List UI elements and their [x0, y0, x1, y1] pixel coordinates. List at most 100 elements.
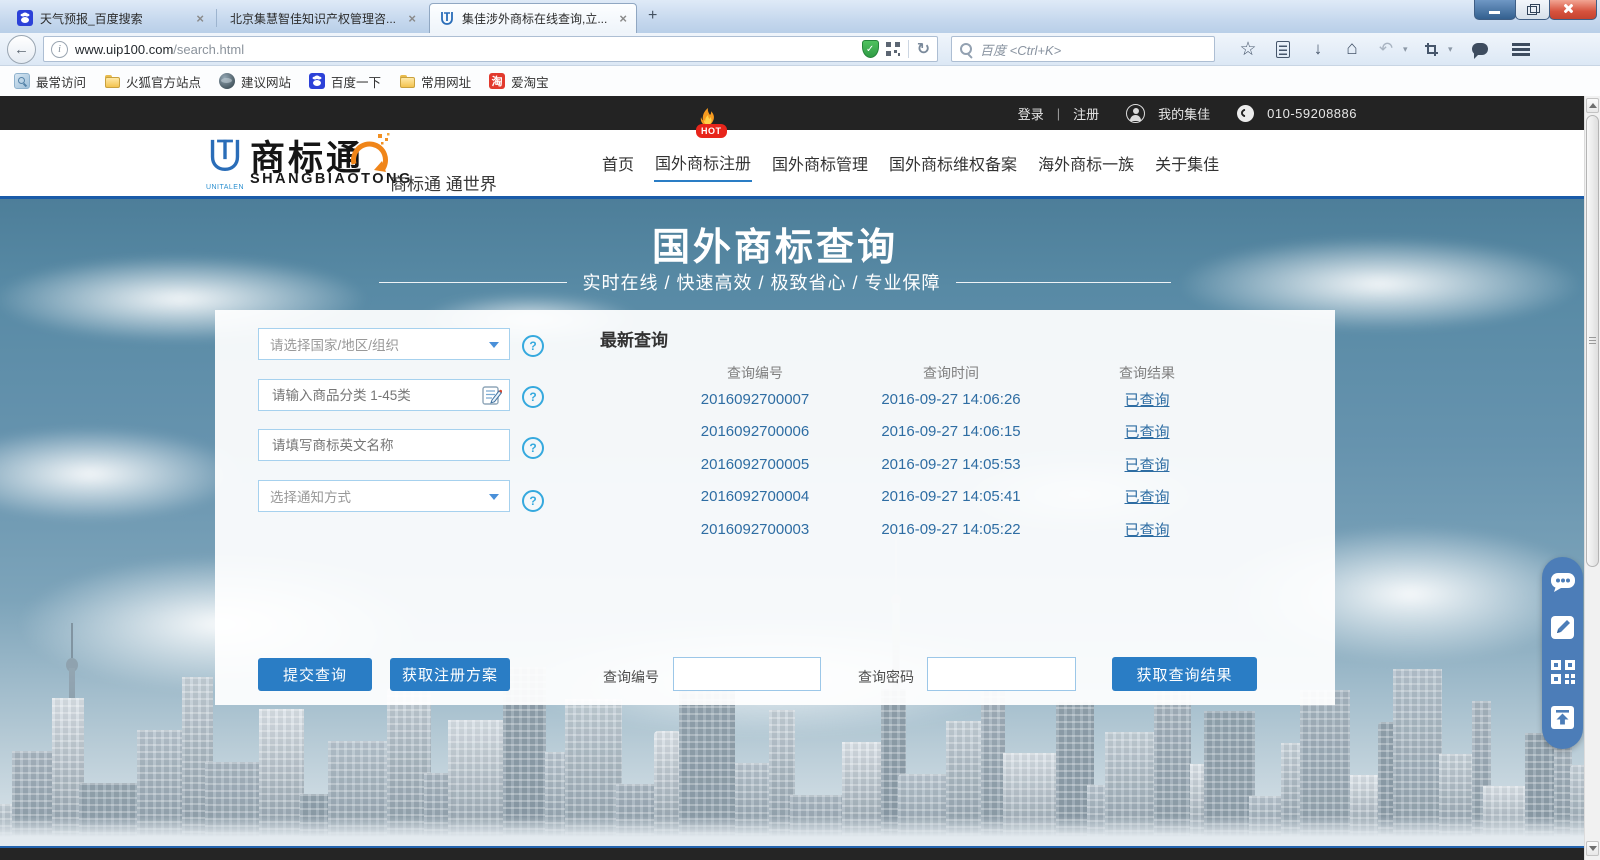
nav-about-unitalen[interactable]: 关于集佳 [1154, 145, 1220, 181]
bookmarks-list-icon[interactable] [1276, 41, 1290, 58]
tool-dropdown-icon[interactable]: ▾ [1448, 44, 1460, 55]
query-time: 2016-09-27 14:05:53 [853, 456, 1049, 473]
query-time: 2016-09-27 14:06:26 [853, 391, 1049, 408]
tab-jihui[interactable]: 北京集慧智佳知识产权管理咨... × [221, 3, 425, 33]
tab-separator [216, 9, 217, 27]
site-info-icon[interactable]: i [51, 41, 68, 58]
query-result-link[interactable]: 已查询 [1049, 519, 1245, 540]
bookmark-baidu[interactable]: 百度一下 [304, 72, 386, 91]
query-password-input[interactable] [927, 657, 1076, 691]
tab-close-icon[interactable]: × [408, 11, 416, 26]
tab-close-icon[interactable]: × [619, 11, 627, 26]
scrollbar-thumb[interactable] [1586, 115, 1599, 567]
scroll-up-button[interactable] [1586, 98, 1599, 113]
bookmark-label: 最常访问 [36, 72, 86, 91]
subtitle-line-left [379, 282, 567, 283]
latest-queries-body: 2016092700007 2016-09-27 14:06:26 已查询 20… [600, 383, 1280, 546]
downloads-icon[interactable]: ↓ [1301, 39, 1335, 59]
latest-queries-title: 最新查询 [600, 326, 1280, 351]
nav-foreign-trademark-registration[interactable]: 国外商标注册 HOT [654, 144, 752, 182]
qr-code-icon[interactable] [886, 42, 900, 56]
feedback-bubble-icon[interactable] [1472, 43, 1488, 55]
bookmark-firefox[interactable]: 火狐官方站点 [99, 72, 206, 91]
site-footer [0, 846, 1584, 860]
phone-icon [1237, 105, 1254, 122]
get-registration-plan-button[interactable]: 获取注册方案 [390, 658, 510, 691]
site-topbar: 登录 | 注册 我的集佳 010-59208886 [0, 96, 1584, 130]
help-icon[interactable]: ? [522, 437, 544, 459]
nav-label: 国外商标注册 [655, 156, 751, 173]
nav-overseas-trademark-family[interactable]: 海外商标一族 [1037, 145, 1135, 181]
class-input[interactable] [270, 387, 475, 404]
tab-title: 天气预报_百度搜索 [40, 10, 189, 27]
my-account-link[interactable]: 我的集佳 [1158, 104, 1210, 123]
query-time: 2016-09-27 14:05:41 [853, 488, 1049, 505]
trademark-name-input[interactable] [270, 437, 498, 454]
floating-toolbar [1542, 557, 1583, 749]
help-icon[interactable]: ? [522, 335, 544, 357]
bookmark-taobao[interactable]: 淘 爱淘宝 [484, 72, 554, 91]
unitalen-logo-icon[interactable]: UNITALEN [205, 137, 245, 191]
sync-dropdown-icon[interactable]: ▾ [1403, 44, 1415, 55]
chevron-down-icon [489, 494, 499, 505]
bookmark-suggested[interactable]: 建议网站 [214, 72, 296, 91]
hamburger-menu-icon[interactable] [1512, 43, 1530, 56]
tab-close-icon[interactable]: × [196, 11, 204, 26]
edit-icon[interactable] [1550, 615, 1575, 645]
country-select[interactable]: 请选择国家/地区/组织 [258, 328, 510, 360]
reload-icon[interactable]: ↻ [917, 39, 930, 59]
query-result-link[interactable]: 已查询 [1049, 421, 1245, 442]
minimize-button[interactable] [1474, 0, 1516, 20]
close-button[interactable] [1549, 0, 1597, 20]
search-bar[interactable]: 百度 <Ctrl+K> [951, 36, 1215, 62]
bookmark-frequent[interactable]: 最常访问 [9, 72, 91, 91]
name-input-wrap[interactable] [258, 429, 510, 461]
login-link[interactable]: 登录 [1018, 104, 1044, 123]
new-tab-button[interactable]: + [648, 7, 657, 25]
sync-icon[interactable]: ↶ [1369, 39, 1403, 59]
nav-foreign-trademark-rights[interactable]: 国外商标维权备案 [888, 145, 1018, 181]
col-query-time: 查询时间 [853, 363, 1049, 383]
back-button[interactable]: ← [7, 35, 36, 64]
query-result-link[interactable]: 已查询 [1049, 389, 1245, 410]
address-bar[interactable]: i www.uip100.com /search.html ✓ ↻ [43, 36, 938, 62]
page-subtitle: 实时在线 / 快速高效 / 极致省心 / 专业保障 [582, 269, 940, 295]
help-icon[interactable]: ? [522, 386, 544, 408]
vertical-scrollbar[interactable] [1584, 96, 1600, 860]
help-icon[interactable]: ? [522, 490, 544, 512]
home-icon[interactable]: ⌂ [1335, 38, 1369, 60]
scroll-down-button[interactable] [1586, 841, 1599, 856]
notepad-icon[interactable] [481, 385, 502, 409]
chat-icon[interactable] [1550, 571, 1576, 600]
screenshot-tool-icon[interactable] [1425, 43, 1438, 56]
nav-home[interactable]: 首页 [601, 145, 635, 181]
class-input-wrap[interactable] [258, 379, 510, 411]
page-title: 国外商标查询 [0, 216, 1550, 271]
nav-foreign-trademark-management[interactable]: 国外商标管理 [771, 145, 869, 181]
register-link[interactable]: 注册 [1073, 104, 1099, 123]
bookmark-common[interactable]: 常用网址 [394, 72, 476, 91]
query-result-link[interactable]: 已查询 [1049, 454, 1245, 475]
search-icon [960, 43, 972, 55]
query-id: 2016092700006 [657, 423, 853, 440]
taobao-icon: 淘 [489, 73, 505, 89]
query-id-input[interactable] [673, 657, 821, 691]
submit-query-button[interactable]: 提交查询 [258, 658, 372, 691]
security-shield-icon[interactable]: ✓ [862, 40, 879, 58]
url-path: /search.html [173, 42, 244, 57]
table-row: 2016092700005 2016-09-27 14:05:53 已查询 [657, 448, 1280, 481]
table-row: 2016092700006 2016-09-27 14:06:15 已查询 [657, 416, 1280, 449]
query-result-link[interactable]: 已查询 [1049, 486, 1245, 507]
bookmark-star-icon[interactable]: ☆ [1231, 38, 1265, 61]
topbar-divider: | [1057, 106, 1060, 121]
tab-weather[interactable]: 天气预报_百度搜索 × [8, 3, 213, 33]
tab-active-uip100[interactable]: 集佳涉外商标在线查询,立... × [429, 3, 637, 33]
get-query-result-button[interactable]: 获取查询结果 [1112, 657, 1257, 691]
notify-select[interactable]: 选择通知方式 [258, 480, 510, 512]
restore-button[interactable] [1515, 0, 1550, 20]
user-account-icon[interactable] [1126, 104, 1145, 123]
bookmark-label: 建议网站 [241, 72, 291, 91]
back-to-top-icon[interactable] [1550, 705, 1575, 735]
frequent-visits-icon [14, 73, 30, 89]
qr-code-icon[interactable] [1550, 659, 1576, 690]
